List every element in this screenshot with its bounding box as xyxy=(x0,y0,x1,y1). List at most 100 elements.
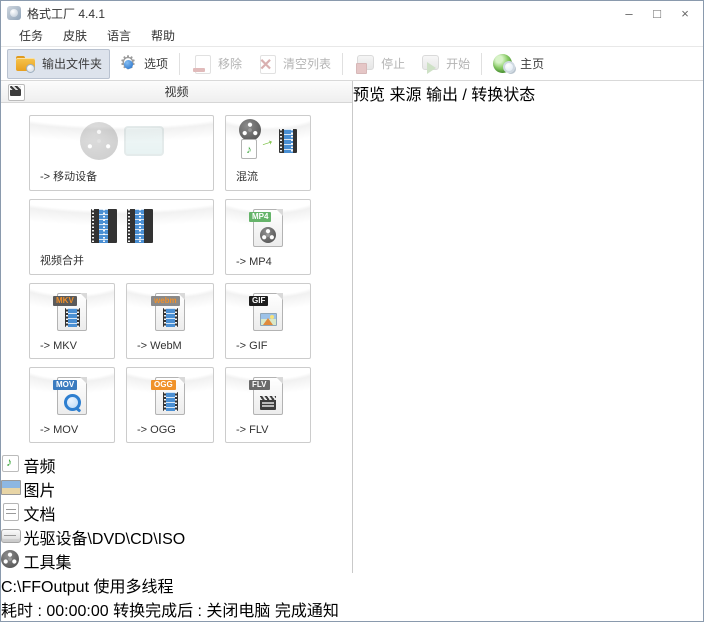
main-area: 视频 -> 移动设备 ♪ xyxy=(1,81,703,573)
section-header-toolset[interactable]: 工具集 xyxy=(1,549,352,573)
picture-section-label: 图片 xyxy=(23,483,55,500)
task-list-panel: 预览 来源 输出 / 转换状态 xyxy=(353,81,535,573)
status-bar-right: 耗时 : 00:00:00 转换完成后 : 关闭电脑 完成通知 xyxy=(1,597,703,621)
remove-icon xyxy=(191,54,213,74)
mov-format-tag: MOV xyxy=(53,380,77,390)
gif-format-tag: GIF xyxy=(249,296,268,306)
video-section-label: 视频 xyxy=(1,83,352,100)
card-label: -> WebM xyxy=(127,340,213,358)
mux-icon: ♪ → xyxy=(226,116,310,168)
section-header-optical[interactable]: 光驱设备\DVD\CD\ISO xyxy=(1,525,352,549)
window-controls: – □ × xyxy=(615,3,699,23)
stop-icon xyxy=(354,54,376,74)
card-to-flv[interactable]: FLV -> FLV xyxy=(225,367,311,443)
menu-item-tasks[interactable]: 任务 xyxy=(9,25,53,46)
window-title: 格式工厂 4.4.1 xyxy=(27,5,105,22)
menu-item-help[interactable]: 帮助 xyxy=(141,25,185,46)
audio-section-label: 音频 xyxy=(23,459,55,476)
card-to-webm[interactable]: webm -> WebM xyxy=(126,283,214,359)
category-panel: 视频 -> 移动设备 ♪ xyxy=(1,81,353,573)
notify-label: 完成通知 xyxy=(275,603,339,620)
home-button[interactable]: 主页 xyxy=(486,50,551,78)
ogg-file-icon: OGG xyxy=(127,368,213,424)
section-header-document[interactable]: 文档 xyxy=(1,501,352,525)
output-folder-icon xyxy=(15,54,37,74)
multithread-label: 使用多线程 xyxy=(93,579,173,596)
menu-bar: 任务 皮肤 语言 帮助 xyxy=(1,25,703,47)
ogg-format-tag: OGG xyxy=(151,380,176,390)
stop-label: 停止 xyxy=(381,55,405,72)
column-header-preview[interactable]: 预览 xyxy=(353,87,385,104)
card-mobile-device[interactable]: -> 移动设备 xyxy=(29,115,214,191)
card-to-ogg[interactable]: OGG -> OGG xyxy=(126,367,214,443)
document-icon xyxy=(1,502,19,520)
output-path[interactable]: C:\FFOutput xyxy=(1,579,89,596)
section-header-video[interactable]: 视频 xyxy=(1,81,352,103)
toolbar: 输出文件夹 ⚙ 选项 移除 清空列表 停止 开始 主页 xyxy=(1,47,703,81)
flv-file-icon: FLV xyxy=(226,368,310,424)
remove-button[interactable]: 移除 xyxy=(184,50,249,78)
options-label: 选项 xyxy=(144,55,168,72)
card-label: 混流 xyxy=(226,168,310,190)
card-label: -> MP4 xyxy=(226,256,310,274)
app-logo-icon xyxy=(7,6,21,20)
task-list-header: 预览 来源 输出 / 转换状态 xyxy=(353,81,535,105)
card-label: -> GIF xyxy=(226,340,310,358)
mobile-device-icon xyxy=(30,116,213,168)
home-label: 主页 xyxy=(520,55,544,72)
column-header-output-status[interactable]: 输出 / 转换状态 xyxy=(426,87,535,104)
video-join-icon xyxy=(30,200,213,252)
optical-section-label: 光驱设备\DVD\CD\ISO xyxy=(23,531,185,548)
elapsed-time: 耗时 : 00:00:00 xyxy=(1,603,109,620)
mkv-file-icon: MKV xyxy=(30,284,114,340)
card-to-mkv[interactable]: MKV -> MKV xyxy=(29,283,115,359)
toolset-reel-icon xyxy=(1,550,19,568)
toolbar-separator xyxy=(179,53,180,75)
options-button[interactable]: ⚙ 选项 xyxy=(110,50,175,78)
card-to-gif[interactable]: GIF -> GIF xyxy=(225,283,311,359)
mov-file-icon: MOV xyxy=(30,368,114,424)
document-section-label: 文档 xyxy=(23,507,55,524)
maximize-button[interactable]: □ xyxy=(643,3,671,23)
stop-button[interactable]: 停止 xyxy=(347,50,412,78)
start-label: 开始 xyxy=(446,55,470,72)
mp4-format-tag: MP4 xyxy=(249,212,271,222)
card-to-mp4[interactable]: MP4 -> MP4 xyxy=(225,199,311,275)
video-clapper-icon xyxy=(7,83,25,101)
home-globe-icon xyxy=(493,54,515,74)
card-label: 视频合并 xyxy=(30,252,213,274)
remove-label: 移除 xyxy=(218,55,242,72)
card-video-join[interactable]: 视频合并 xyxy=(29,199,214,275)
card-to-mov[interactable]: MOV -> MOV xyxy=(29,367,115,443)
status-bar: C:\FFOutput 使用多线程 耗时 : 00:00:00 转换完成后 : … xyxy=(1,573,703,621)
card-label: -> OGG xyxy=(127,424,213,442)
flv-format-tag: FLV xyxy=(249,380,270,390)
card-mux[interactable]: ♪ → 混流 xyxy=(225,115,311,191)
column-header-source[interactable]: 来源 xyxy=(389,87,421,104)
toolset-section-label: 工具集 xyxy=(23,555,71,572)
webm-format-tag: webm xyxy=(151,296,180,306)
close-button[interactable]: × xyxy=(671,3,699,23)
section-header-audio[interactable]: 音频 xyxy=(1,453,352,477)
start-icon xyxy=(419,54,441,74)
output-folder-button[interactable]: 输出文件夹 xyxy=(7,49,110,79)
gif-file-icon: GIF xyxy=(226,284,310,340)
picture-icon xyxy=(1,478,19,496)
app-window: 格式工厂 4.4.1 – □ × 任务 皮肤 语言 帮助 输出文件夹 ⚙ 选项 … xyxy=(0,0,704,622)
section-header-picture[interactable]: 图片 xyxy=(1,477,352,501)
mp4-file-icon: MP4 xyxy=(226,200,310,256)
clear-list-button[interactable]: 清空列表 xyxy=(249,50,338,78)
clear-list-label: 清空列表 xyxy=(283,55,331,72)
video-card-grid: -> 移动设备 ♪ → 混流 xyxy=(1,103,352,443)
card-label: -> FLV xyxy=(226,424,310,442)
minimize-button[interactable]: – xyxy=(615,3,643,23)
menu-item-language[interactable]: 语言 xyxy=(97,25,141,46)
menu-item-skin[interactable]: 皮肤 xyxy=(53,25,97,46)
toolbar-separator xyxy=(481,53,482,75)
start-button[interactable]: 开始 xyxy=(412,50,477,78)
mkv-format-tag: MKV xyxy=(53,296,77,306)
optical-drive-icon xyxy=(1,526,19,544)
shutdown-after-label: 转换完成后 : 关闭电脑 xyxy=(113,603,270,620)
card-label: -> MKV xyxy=(30,340,114,358)
video-card-area: -> 移动设备 ♪ → 混流 xyxy=(1,103,352,453)
